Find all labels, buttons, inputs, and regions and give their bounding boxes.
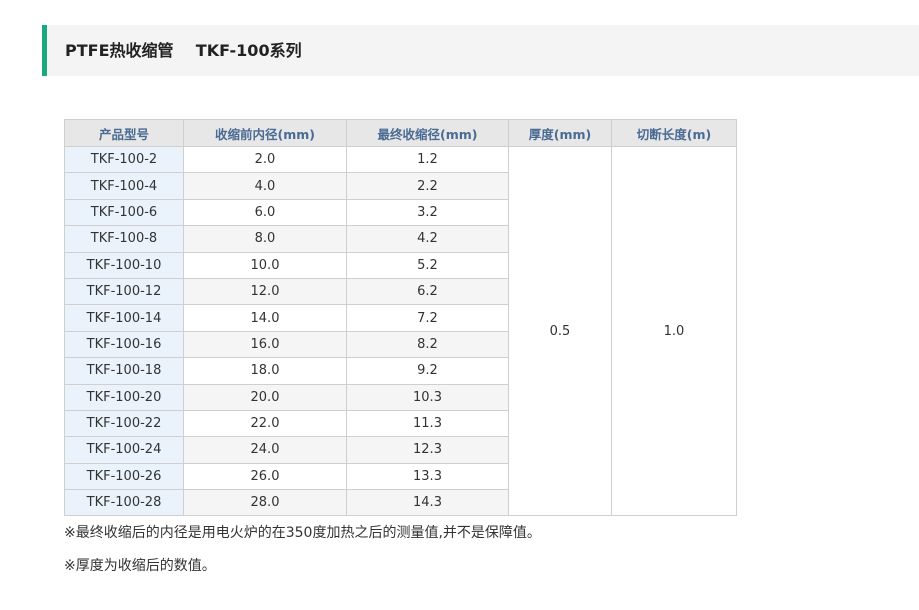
cell-final-diameter: 2.2: [346, 172, 509, 200]
cell-final-diameter: 4.2: [346, 225, 509, 253]
cell-inner-diameter: 10.0: [183, 251, 347, 279]
cell-model: TKF-100-12: [64, 277, 184, 306]
note-measurement: ※最终收缩后的内径是用电火炉的在350度加热之后的测量值,并不是保障值。: [64, 525, 541, 541]
cell-final-diameter: 13.3: [346, 462, 509, 491]
note-thickness: ※厚度为收缩后的数值。: [64, 558, 216, 574]
cell-final-diameter: 9.2: [346, 357, 509, 385]
cell-model: TKF-100-20: [64, 383, 184, 411]
cell-final-diameter: 10.3: [346, 383, 509, 411]
cell-inner-diameter: 22.0: [183, 409, 347, 438]
cell-final-diameter: 1.2: [346, 145, 509, 174]
header-thickness: 厚度(mm): [508, 119, 612, 147]
cell-model: TKF-100-16: [64, 330, 184, 359]
cell-inner-diameter: 26.0: [183, 462, 347, 491]
cell-model: TKF-100-14: [64, 304, 184, 332]
cell-cut-length: 1.0: [611, 145, 737, 517]
header-final-diameter: 最终收缩径(mm): [346, 119, 509, 147]
section-title: PTFE热收缩管 TKF-100系列: [65, 41, 302, 60]
cell-final-diameter: 8.2: [346, 330, 509, 359]
cell-model: TKF-100-8: [64, 225, 184, 253]
cell-thickness: 0.5: [508, 145, 612, 517]
cell-model: TKF-100-10: [64, 251, 184, 279]
cell-model: TKF-100-2: [64, 145, 184, 174]
cell-inner-diameter: 28.0: [183, 489, 347, 517]
cell-final-diameter: 11.3: [346, 409, 509, 438]
spec-table: 产品型号 收缩前内径(mm) 最终收缩径(mm) 厚度(mm) 切断长度(m) …: [64, 119, 737, 517]
table-header-row: 产品型号 收缩前内径(mm) 最终收缩径(mm) 厚度(mm) 切断长度(m): [64, 119, 737, 147]
cell-inner-diameter: 18.0: [183, 357, 347, 385]
cell-model: TKF-100-18: [64, 357, 184, 385]
section-title-bar: PTFE热收缩管 TKF-100系列: [42, 25, 919, 76]
cell-model: TKF-100-26: [64, 462, 184, 491]
cell-final-diameter: 5.2: [346, 251, 509, 279]
cell-model: TKF-100-24: [64, 436, 184, 464]
cell-inner-diameter: 16.0: [183, 330, 347, 359]
cell-inner-diameter: 20.0: [183, 383, 347, 411]
cell-inner-diameter: 2.0: [183, 145, 347, 174]
cell-model: TKF-100-6: [64, 198, 184, 227]
cell-model: TKF-100-4: [64, 172, 184, 200]
cell-inner-diameter: 12.0: [183, 277, 347, 306]
cell-final-diameter: 3.2: [346, 198, 509, 227]
header-inner-diameter: 收缩前内径(mm): [183, 119, 347, 147]
cell-final-diameter: 6.2: [346, 277, 509, 306]
cell-model: TKF-100-28: [64, 489, 184, 517]
cell-inner-diameter: 8.0: [183, 225, 347, 253]
cell-inner-diameter: 14.0: [183, 304, 347, 332]
cell-inner-diameter: 24.0: [183, 436, 347, 464]
cell-final-diameter: 12.3: [346, 436, 509, 464]
cell-final-diameter: 7.2: [346, 304, 509, 332]
header-model: 产品型号: [64, 119, 184, 147]
cell-inner-diameter: 6.0: [183, 198, 347, 227]
table-row: TKF-100-2 2.0 1.2 0.5 1.0: [64, 145, 737, 517]
cell-inner-diameter: 4.0: [183, 172, 347, 200]
header-cut-length: 切断长度(m): [611, 119, 737, 147]
cell-final-diameter: 14.3: [346, 489, 509, 517]
cell-model: TKF-100-22: [64, 409, 184, 438]
